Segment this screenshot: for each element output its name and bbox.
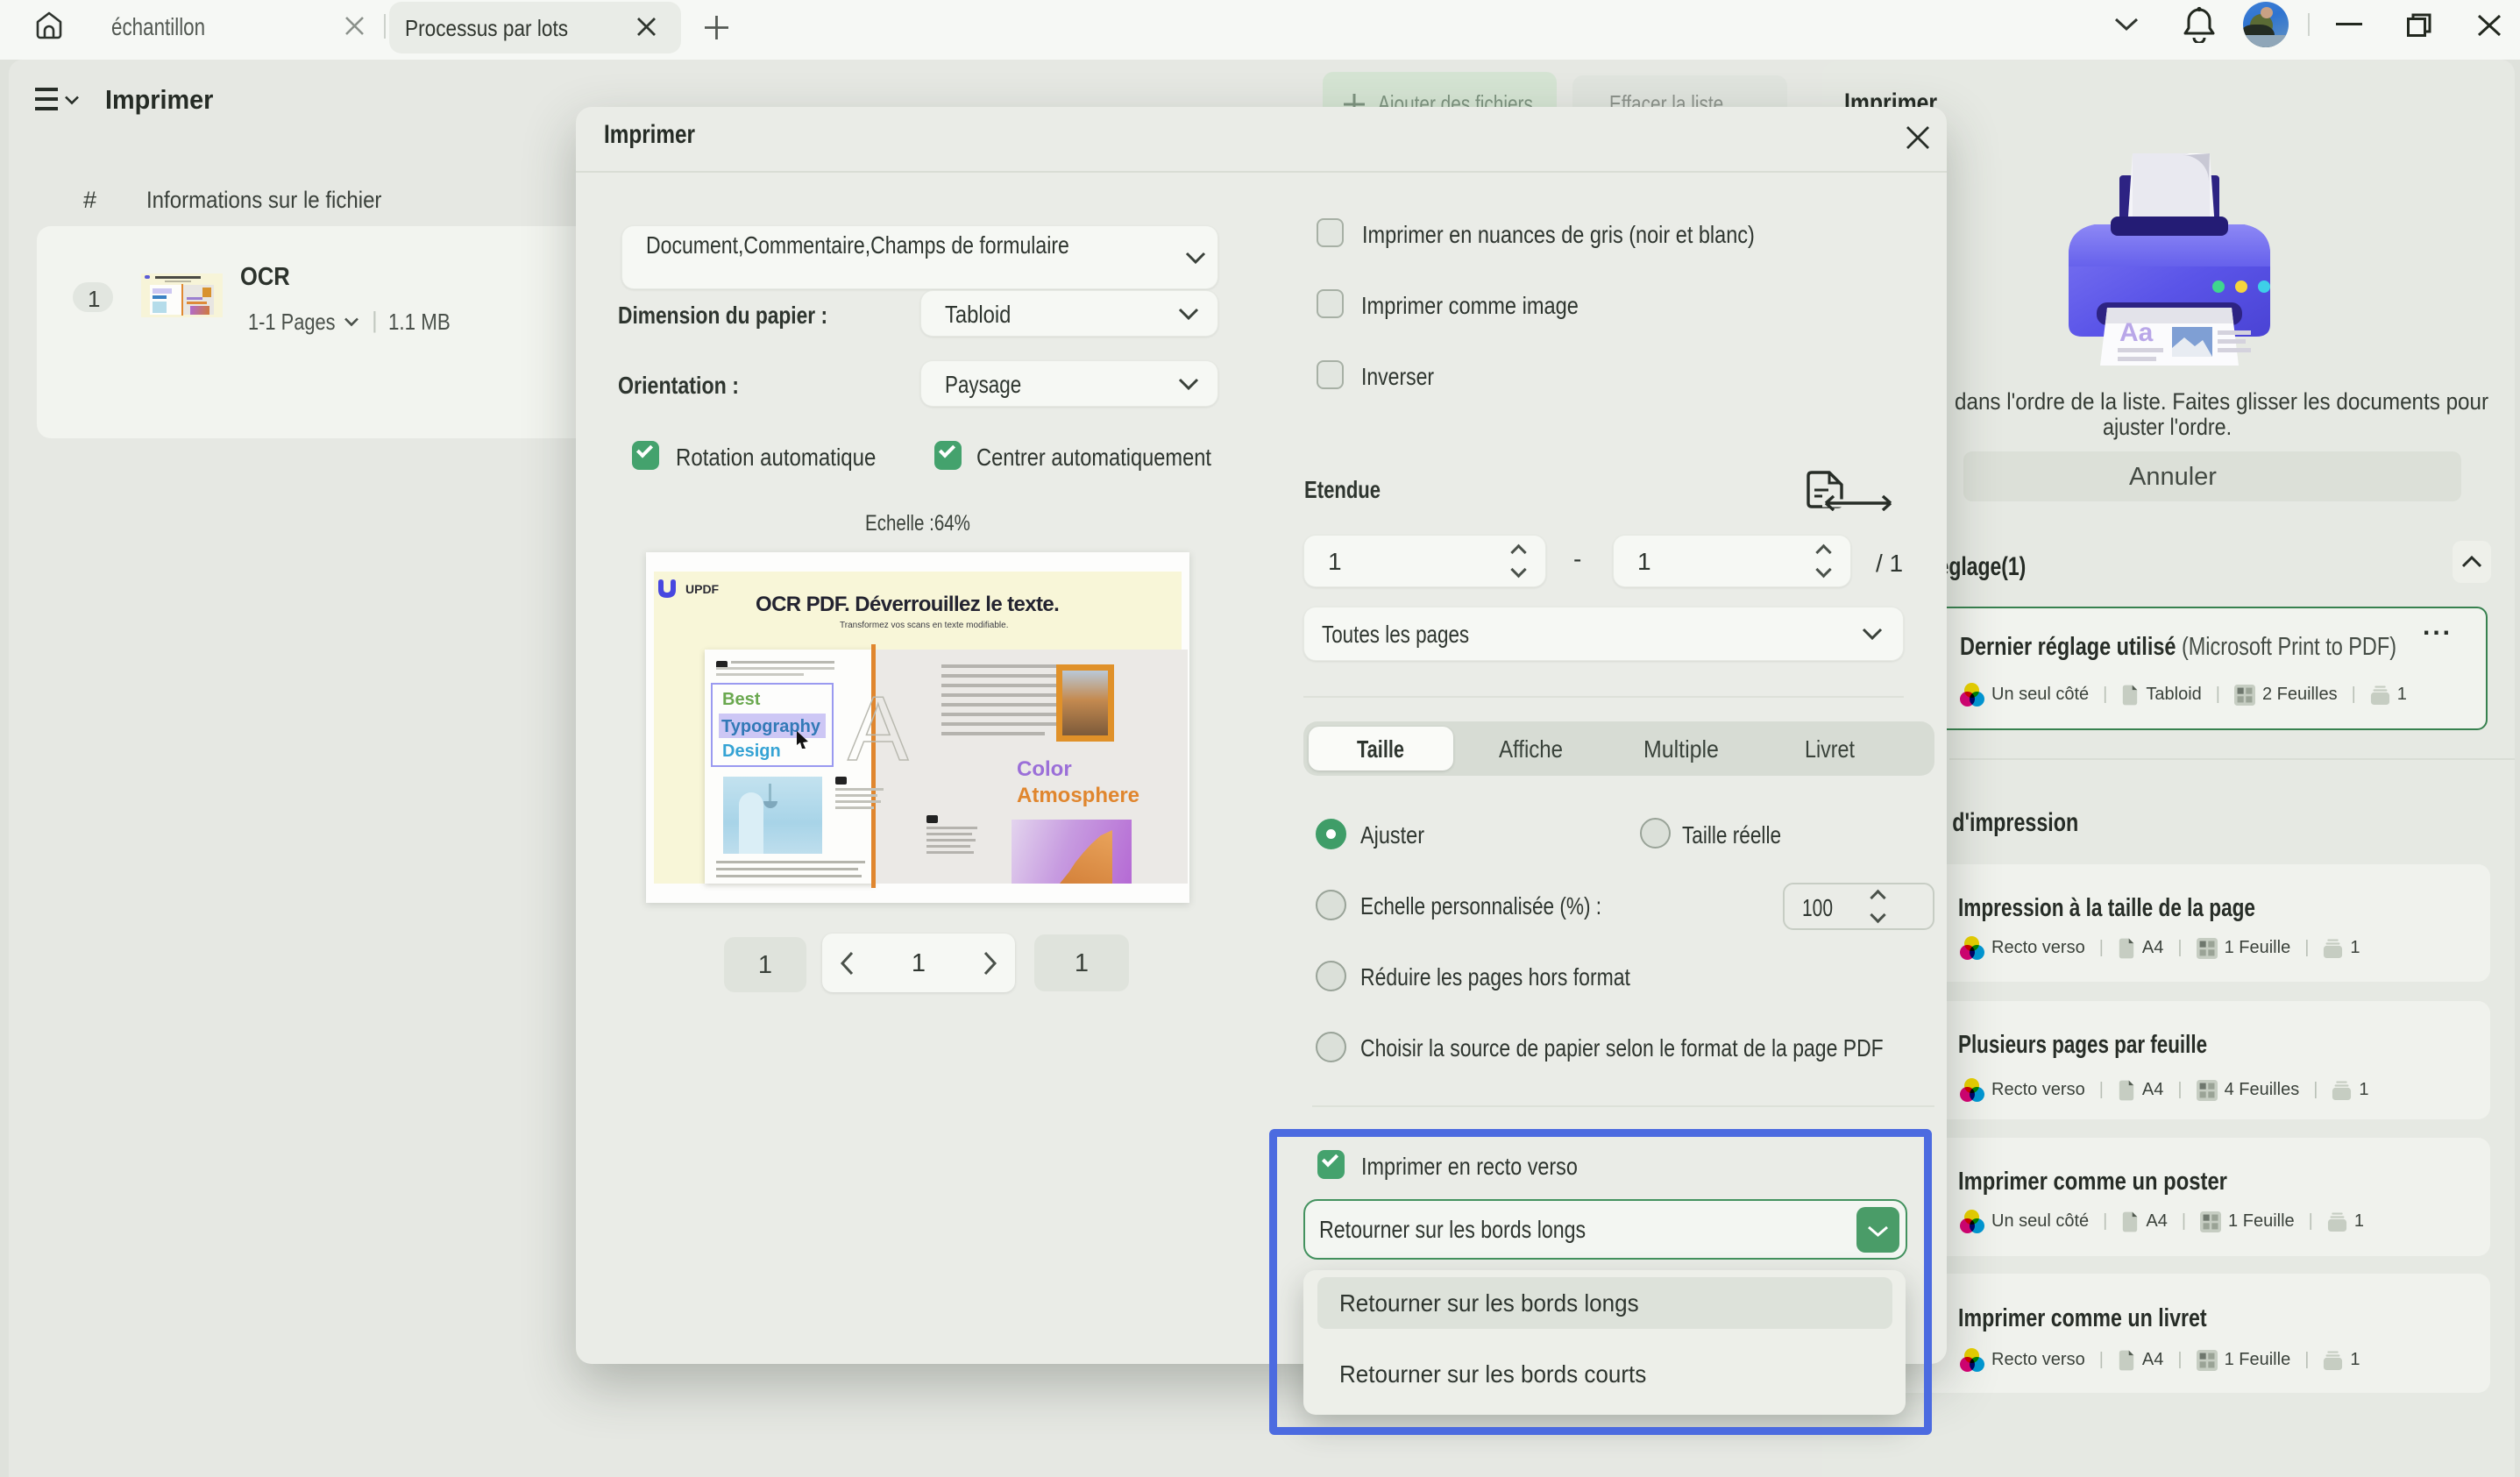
svg-text:Aa: Aa <box>2119 318 2154 347</box>
